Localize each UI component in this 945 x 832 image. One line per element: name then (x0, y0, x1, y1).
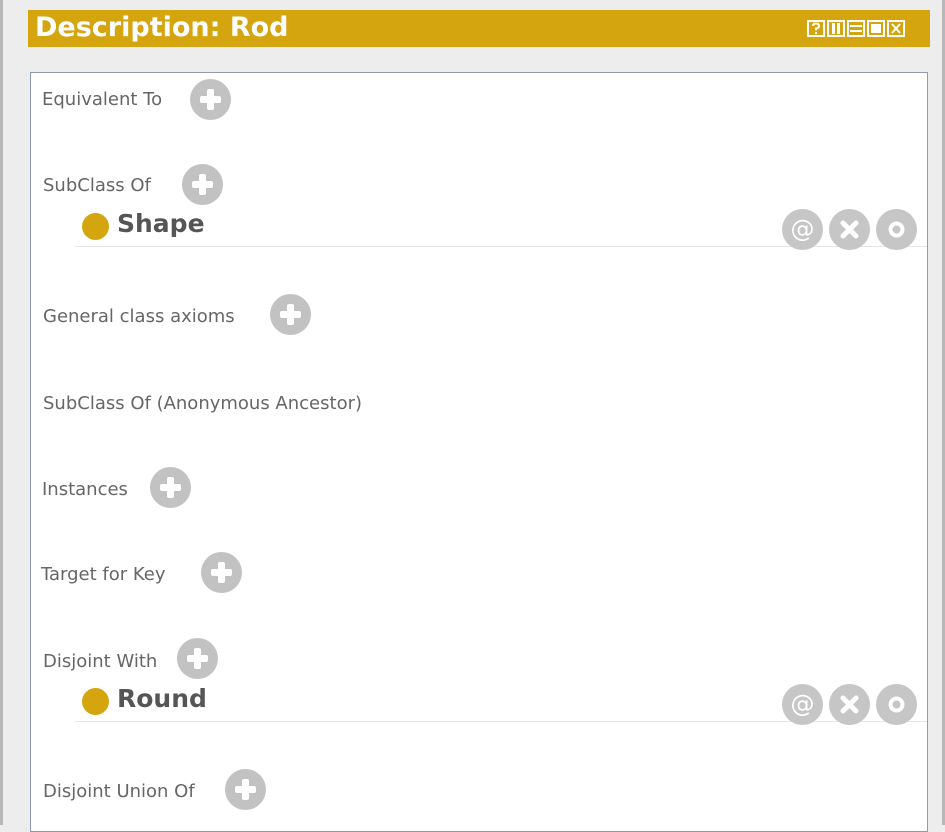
remove-icon[interactable] (829, 684, 870, 725)
description-panel: Equivalent To SubClass Of Shape @ Genera… (30, 72, 928, 832)
add-disjoint-union-of-plus-icon[interactable] (225, 769, 266, 810)
window-controls (807, 20, 905, 37)
description-view: Description: Rod Equivalent To SubClass … (0, 0, 945, 832)
add-subclass-of-plus-icon[interactable] (182, 164, 223, 205)
help-icon[interactable] (807, 20, 825, 37)
add-instance-plus-icon[interactable] (150, 467, 191, 508)
float-icon[interactable] (827, 20, 845, 37)
maximize-icon[interactable] (867, 20, 885, 37)
section-disjoint-union-of-label: Disjoint Union Of (43, 781, 195, 802)
section-target-for-key-label: Target for Key (41, 564, 166, 585)
view-title-bar: Description: Rod (28, 10, 930, 47)
list-item[interactable]: Round @ (75, 681, 927, 725)
edit-icon[interactable] (876, 209, 917, 250)
edit-icon[interactable] (876, 684, 917, 725)
add-disjoint-with-plus-icon[interactable] (177, 638, 218, 679)
section-disjoint-with-label: Disjoint With (43, 651, 158, 672)
add-equivalent-to-plus-icon[interactable] (190, 79, 231, 120)
minimize-icon[interactable] (847, 20, 865, 37)
add-general-class-axiom-plus-icon[interactable] (270, 294, 311, 335)
section-subclass-of-anonymous-ancestor-label: SubClass Of (Anonymous Ancestor) (43, 393, 362, 414)
close-icon[interactable] (887, 20, 905, 37)
view-title: Description: Rod (35, 12, 289, 43)
annotate-icon[interactable]: @ (782, 684, 823, 725)
entry-name: Round (117, 684, 207, 713)
annotate-icon[interactable]: @ (782, 209, 823, 250)
section-subclass-of-label: SubClass Of (43, 175, 151, 196)
section-equivalent-to-label: Equivalent To (42, 89, 163, 110)
class-icon (82, 213, 109, 240)
entry-name: Shape (117, 209, 205, 238)
class-icon (82, 688, 109, 715)
add-target-for-key-plus-icon[interactable] (201, 552, 242, 593)
list-item[interactable]: Shape @ (75, 206, 927, 250)
section-instances-label: Instances (42, 479, 128, 500)
remove-icon[interactable] (829, 209, 870, 250)
section-general-class-axioms-label: General class axioms (43, 306, 235, 327)
